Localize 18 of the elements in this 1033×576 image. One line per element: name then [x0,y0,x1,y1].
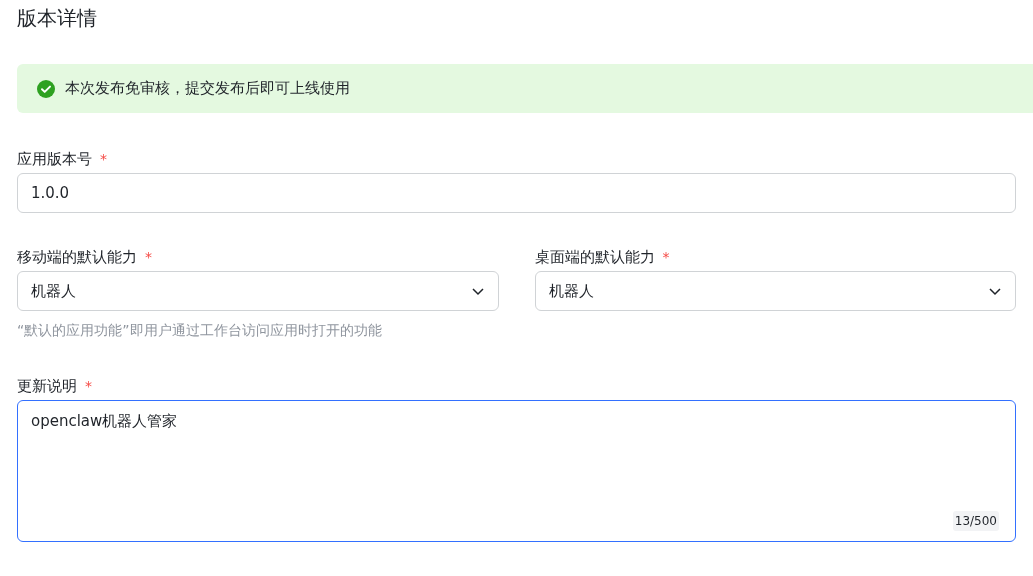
required-mark: * [85,377,92,396]
field-label: 更新说明 [17,376,77,396]
help-text: “默认的应用功能”即用户通过工作台访问应用时打开的功能 [17,321,383,340]
required-mark: * [662,248,670,267]
character-counter: 13/500 [952,511,999,531]
notes-textarea[interactable]: openclaw机器人管家 13/500 [17,400,1016,542]
required-mark: * [145,248,152,267]
page-title: 版本详情 [17,5,98,31]
dropdown[interactable]: 机器人 [17,271,499,311]
dropdown[interactable]: 机器人 [534,271,1016,311]
version-input[interactable]: 1.0.0 [17,173,1016,213]
required-mark: * [100,150,107,169]
check-circle-icon [37,79,55,98]
notes-text: openclaw机器人管家 [31,412,178,430]
field-label: 桌面端的默认能力 [534,247,655,267]
field-label: 应用版本号 [17,149,92,169]
field-label: 移动端的默认能力 [17,247,137,267]
alert-message: 本次发布免审核，提交发布后即可上线使用 [65,79,350,98]
